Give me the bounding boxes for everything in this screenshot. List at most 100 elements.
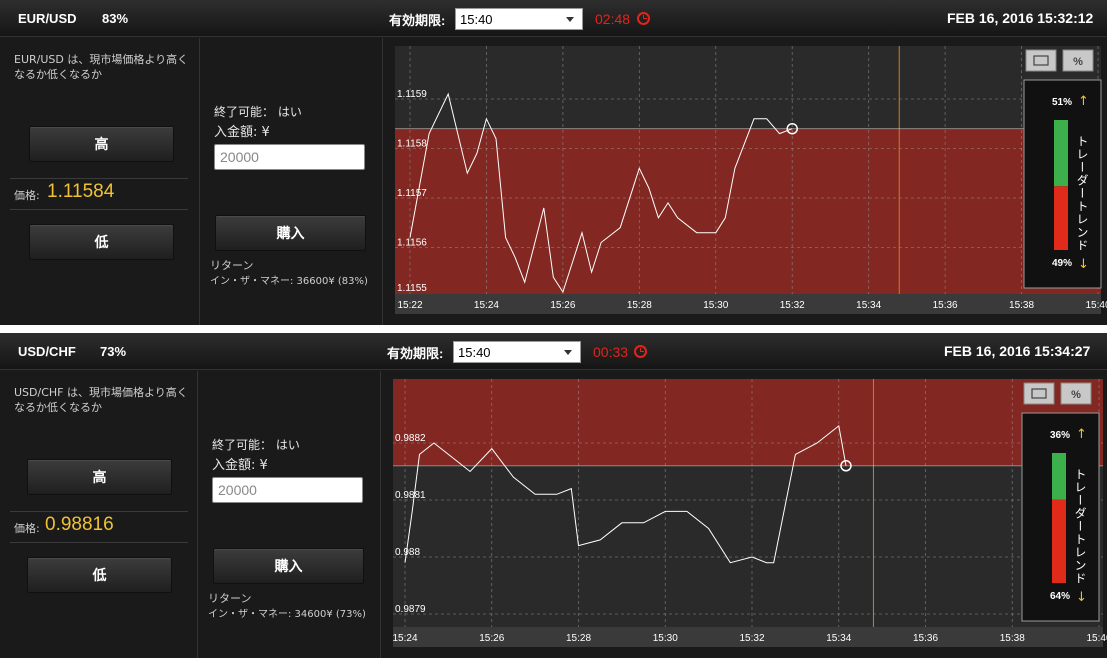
price-tick-label: 1.1158	[397, 139, 427, 150]
return-label: リターン	[210, 259, 254, 272]
trend-up-percent: 36%	[1050, 430, 1070, 441]
deposit-label: 入金額: ¥	[214, 125, 270, 140]
price-tick-label: 1.1159	[397, 89, 427, 100]
time-tick-label: 15:30	[703, 300, 728, 311]
order-column: 終了可能： はい 入金額: ¥ 20000 購入 リターン イン・ザ・マネー: …	[198, 371, 381, 658]
expiry-label: 有効期限:	[389, 13, 446, 28]
zone-below	[395, 128, 1101, 294]
time-tick-label: 15:32	[739, 633, 764, 644]
price-label: 価格:	[14, 522, 40, 535]
order-column: 終了可能： はい 入金額: ¥ 20000 購入 リターン イン・ザ・マネー: …	[200, 38, 383, 325]
price-tick-label: 1.1157	[397, 188, 427, 199]
amount-input[interactable]: 20000	[214, 144, 365, 170]
return-value: イン・ザ・マネー: 36600¥ (83%)	[210, 276, 368, 287]
price-chart: 1.1159 1.1158 1.1157 1.1156 1.1155 15:22 15:24…	[383, 38, 1107, 325]
trade-panel-usdchf: USD/CHF 73% 有効期限: 15:40 00:33 FEB 16, 20…	[0, 333, 1107, 658]
time-tick-label: 15:28	[566, 633, 591, 644]
return-label: リターン	[208, 592, 252, 605]
time-tick-label: 15:26	[479, 633, 504, 644]
price-tick-label: 1.1155	[397, 283, 427, 294]
divider	[10, 542, 188, 543]
high-button[interactable]: 高	[27, 459, 172, 495]
asset-name: EUR/USD	[18, 11, 77, 26]
time-tick-label: 15:24	[474, 300, 499, 311]
price-chart-svg: 0.9882 0.9881 0.988 0.9879 15:24 15:26 15:28 15…	[392, 379, 1107, 647]
asset-description: USD/CHF は、現市場価格より高くなるか低くなるか	[14, 386, 188, 414]
expiry-select-value: 15:40	[458, 345, 491, 360]
price-value: 1.11584	[47, 181, 115, 202]
buy-button[interactable]: 購入	[215, 215, 366, 251]
zone-above	[393, 379, 1103, 466]
time-tick-label: 15:36	[913, 633, 938, 644]
time-tick-label: 15:24	[392, 633, 417, 644]
prediction-column: USD/CHF は、現市場価格より高くなるか低くなるか 高 価格: 0.9881…	[0, 371, 198, 658]
return-value: イン・ザ・マネー: 34600¥ (73%)	[208, 609, 366, 620]
divider	[10, 511, 188, 512]
panel-header: USD/CHF 73% 有効期限: 15:40 00:33 FEB 16, 20…	[0, 333, 1107, 370]
price-label: 価格:	[14, 189, 40, 202]
divider	[10, 178, 188, 179]
price-value: 0.98816	[45, 514, 114, 535]
clock-icon	[634, 345, 647, 358]
asset-name: USD/CHF	[18, 344, 76, 359]
time-tick-label: 15:32	[780, 300, 805, 311]
price-tick-label: 0.9881	[395, 490, 426, 501]
deposit-label: 入金額: ¥	[212, 458, 268, 473]
price-tick-label: 0.9882	[395, 433, 426, 444]
countdown: 00:33	[593, 344, 629, 360]
panel-header: EUR/USD 83% 有効期限: 15:40 02:48 FEB 16, 20…	[0, 0, 1107, 37]
price-tick-label: 0.9879	[395, 604, 426, 615]
payout-percent: 83%	[102, 11, 129, 26]
time-tick-label: 15:40	[1085, 300, 1107, 311]
percent-icon: %	[1073, 56, 1083, 68]
price-chart: 0.9882 0.9881 0.988 0.9879 15:24 15:26 15:28 15…	[381, 371, 1107, 658]
price-tick-label: 0.988	[395, 547, 420, 558]
closable-label: 終了可能： はい	[214, 105, 302, 119]
time-axis-strip	[395, 294, 1101, 314]
time-tick-label: 15:38	[1009, 300, 1034, 311]
high-button[interactable]: 高	[29, 126, 174, 162]
datetime: FEB 16, 2016 15:34:27	[944, 343, 1091, 359]
expiry-label: 有効期限:	[387, 346, 444, 361]
time-tick-label: 15:36	[933, 300, 958, 311]
trend-down-bar	[1052, 499, 1066, 583]
time-tick-label: 15:34	[856, 300, 881, 311]
trend-up-bar	[1054, 120, 1068, 187]
time-tick-label: 15:40	[1086, 633, 1107, 644]
divider	[10, 209, 188, 210]
chart-mode-button	[1025, 49, 1057, 72]
percent-icon: %	[1071, 389, 1081, 401]
chevron-down-icon	[564, 350, 572, 355]
zone-above	[395, 46, 1101, 129]
trend-up-bar	[1052, 453, 1066, 500]
chart-mode-button	[1023, 382, 1055, 405]
time-tick-label: 15:26	[550, 300, 575, 311]
price-chart-svg: 1.1159 1.1158 1.1157 1.1156 1.1155 15:22 15:24…	[395, 46, 1107, 314]
time-tick-label: 15:30	[653, 633, 678, 644]
expiry-select[interactable]: 15:40	[455, 8, 583, 30]
trend-down-percent: 64%	[1050, 591, 1070, 602]
low-button[interactable]: 低	[29, 224, 174, 260]
closable-label: 終了可能： はい	[212, 438, 300, 452]
arrow-down-icon: ↓	[1076, 590, 1087, 605]
countdown: 02:48	[595, 11, 631, 27]
asset-description: EUR/USD は、現市場価格より高くなるか低くなるか	[14, 53, 189, 81]
arrow-up-icon: ↑	[1076, 427, 1087, 442]
time-tick-label: 15:34	[826, 633, 851, 644]
time-tick-label: 15:22	[397, 300, 422, 311]
price-tick-label: 1.1156	[397, 238, 427, 249]
trade-panel-eurusd: EUR/USD 83% 有効期限: 15:40 02:48 FEB 16, 20…	[0, 0, 1107, 325]
expiry-select[interactable]: 15:40	[453, 341, 581, 363]
trend-label: トレーダートレンド	[1075, 135, 1089, 252]
time-tick-label: 15:38	[1000, 633, 1025, 644]
arrow-down-icon: ↓	[1078, 257, 1089, 272]
low-button[interactable]: 低	[27, 557, 172, 593]
trend-down-percent: 49%	[1052, 258, 1072, 269]
buy-button[interactable]: 購入	[213, 548, 364, 584]
expiry-select-value: 15:40	[460, 12, 493, 27]
amount-input[interactable]: 20000	[212, 477, 363, 503]
payout-percent: 73%	[100, 344, 127, 359]
zone-below	[393, 465, 1103, 627]
trend-down-bar	[1054, 186, 1068, 250]
arrow-up-icon: ↑	[1078, 94, 1089, 109]
